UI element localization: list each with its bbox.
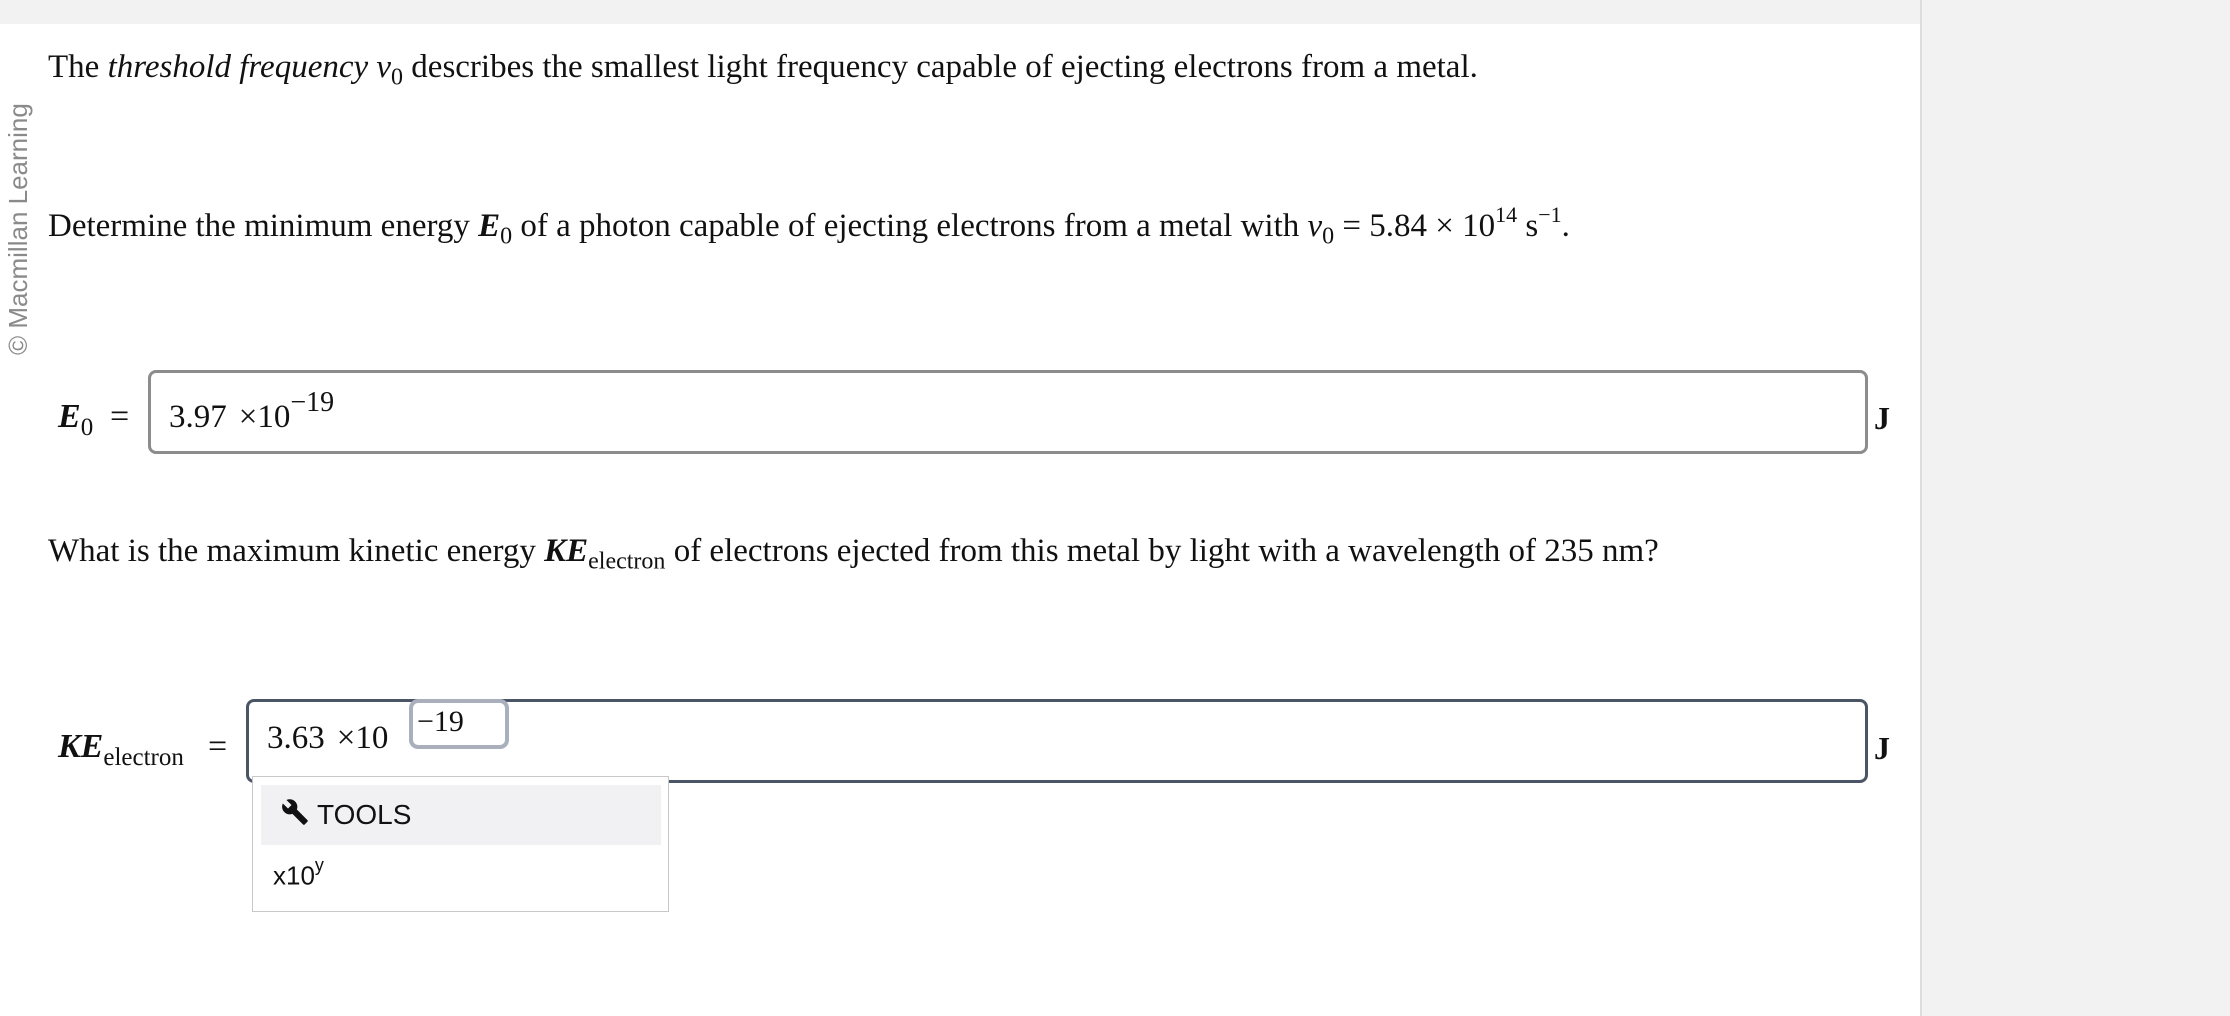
answer-2-equals: = [208, 728, 228, 765]
top-strip [0, 0, 1920, 24]
tools-item-x10y[interactable]: x10y [273, 855, 324, 892]
copyright-watermark: © Macmillan Learning [3, 103, 33, 355]
exponent-input[interactable]: −19 [409, 699, 509, 749]
answer-1-value: 3.97 ×10−19 [169, 387, 335, 435]
intro-text: The threshold frequency ν0 describes the… [48, 49, 1478, 91]
right-panel [1920, 0, 2230, 1016]
answer-2-value: 3.63 ×10 [267, 720, 389, 756]
answer-1-unit: J [1874, 400, 1890, 436]
question-2-text: What is the maximum kinetic energy KEele… [48, 533, 1659, 575]
question-1-text: Determine the minimum energy E0 of a pho… [48, 202, 1570, 250]
wrench-icon [281, 798, 309, 833]
tools-menu-label: TOOLS [317, 799, 412, 830]
answer-2-unit: J [1874, 730, 1890, 766]
answer-2-label: KEelectron [58, 728, 184, 771]
answer-1-input[interactable]: 3.97 ×10−19 [148, 370, 1868, 454]
tools-menu-header[interactable]: TOOLS [261, 785, 661, 845]
tools-menu: TOOLS x10y [252, 776, 669, 912]
answer-1-label: E0 [58, 398, 94, 441]
answer-2-input[interactable]: 3.63 ×10 −19 [246, 699, 1868, 783]
answer-1-equals: = [110, 398, 130, 435]
